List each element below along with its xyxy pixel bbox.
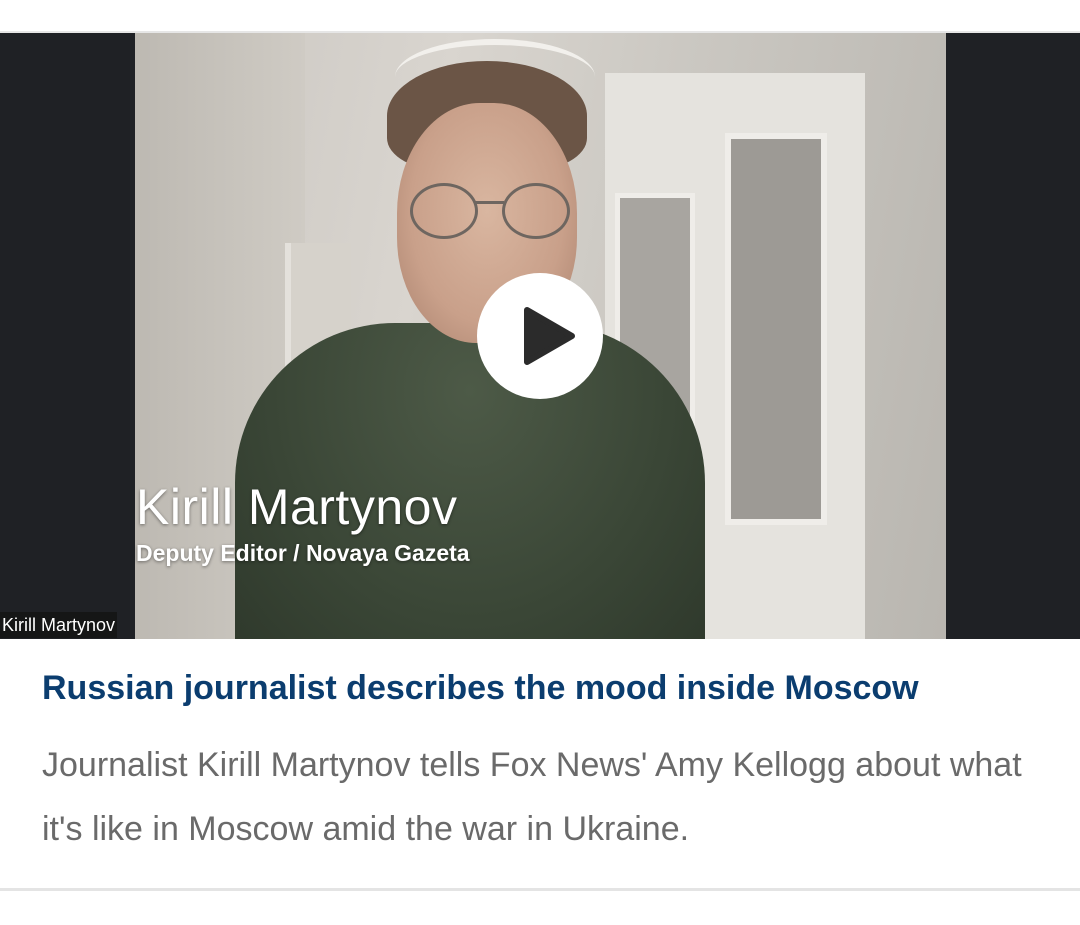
lower-third: Kirill Martynov Deputy Editor / Novaya G… [136,477,470,567]
article-summary: Journalist Kirill Martynov tells Fox New… [42,746,1022,848]
play-icon [524,307,575,365]
lower-third-name: Kirill Martynov [136,479,458,535]
participant-name-tag: Kirill Martynov [0,612,118,638]
article-headline[interactable]: Russian journalist describes the mood in… [42,664,1042,712]
glasses [410,183,570,243]
bottom-divider [0,888,1080,891]
play-button[interactable] [477,273,603,399]
video-player[interactable]: Kirill Martynov Deputy Editor / Novaya G… [0,33,1080,639]
lower-third-role: Deputy Editor / Novaya Gazeta [136,540,470,566]
